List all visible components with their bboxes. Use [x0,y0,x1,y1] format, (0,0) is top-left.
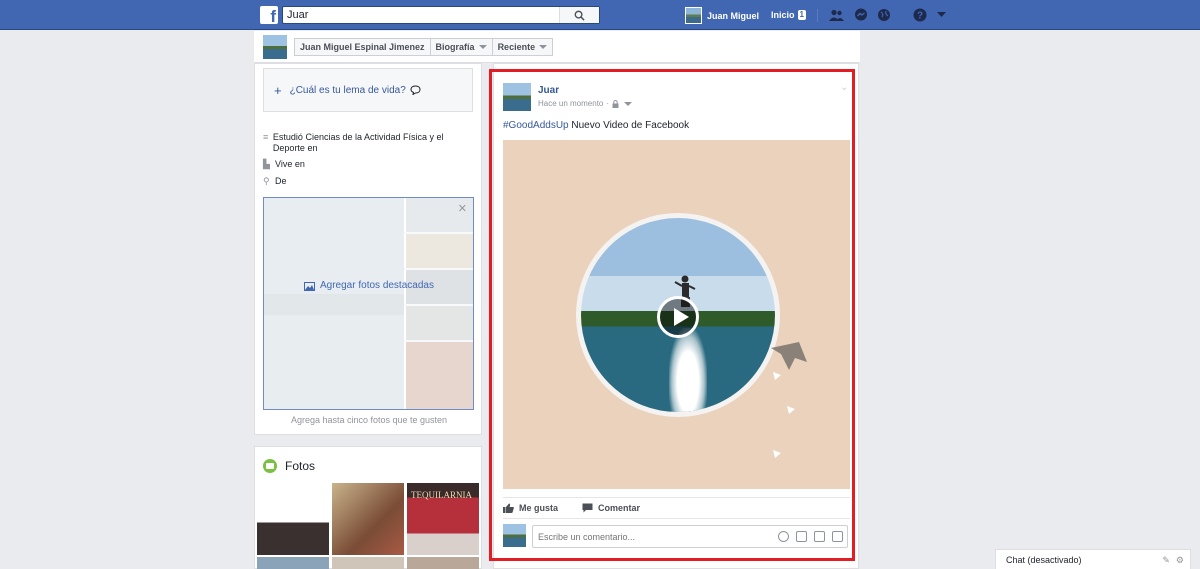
decorative-shape [773,450,781,458]
featured-overlay [264,198,473,409]
profile-name-button[interactable]: Juan Miguel Espinal Jimenez [294,38,431,56]
gear-icon[interactable]: ⚙ [1176,555,1184,566]
post-hashtag[interactable]: #GoodAddsUp [503,120,569,131]
timeline-label: Biografía [435,42,475,52]
photos-icon [263,459,277,473]
home-label: Inicio [771,10,795,20]
decorative-shape [771,342,807,370]
from-text: De [275,176,287,186]
commenter-avatar [503,524,526,547]
post-author-name[interactable]: Juar [538,85,559,96]
home-badge: 1 [797,10,806,20]
featured-photos-box[interactable]: ✕ Agregar fotos destacadas [263,197,474,410]
avatar [685,7,702,24]
home-link[interactable]: Inicio 1 [771,10,806,20]
play-icon[interactable] [657,296,699,338]
intro-card: + ¿Cuál es tu lema de vida? ≡ Estudió Ci… [254,63,482,435]
lives-in-item: ▙ Vive en [263,159,305,170]
chevron-down-icon[interactable] [934,8,949,22]
top-bar: f Juan Miguel Inicio 1 ? [0,0,1200,30]
close-icon[interactable]: ✕ [458,202,467,215]
photo-icon [304,281,315,291]
water-spray [669,328,707,412]
thumbs-up-icon [503,503,514,513]
video-thumbnail [576,213,780,417]
chat-bar[interactable]: Chat (desactivado) ✎ ⚙ [995,549,1191,569]
profile-name: Juan Miguel Espinal Jimenez [300,42,425,52]
search-icon [574,10,585,21]
globe-icon[interactable] [876,8,891,22]
map-pin-icon: ⚲ [263,176,270,186]
gif-icon[interactable] [814,531,825,542]
lives-in-text: Vive en [275,159,305,169]
comment-label: Comentar [598,503,641,513]
chat-label: Chat (desactivado) [1006,554,1082,565]
recent-label: Reciente [497,42,536,52]
chevron-down-icon [539,45,548,49]
comment-button[interactable]: Comentar [582,503,640,513]
photo-thumb-text: TEQUILARNIA [411,490,472,500]
photos-title: Fotos [285,459,316,473]
education-item: ≡ Estudió Ciencias de la Actividad Físic… [263,132,453,154]
facebook-logo-icon[interactable]: f [260,6,278,24]
avatar[interactable] [263,35,287,59]
photo-thumb[interactable] [332,557,404,569]
post-timestamp: Hace un momento · [538,99,633,108]
post-author-avatar[interactable] [503,83,531,111]
emoji-icon[interactable] [778,531,789,542]
photos-card: Fotos TEQUILARNIA [254,446,482,569]
speech-bubble-icon [582,503,593,513]
add-featured-label: Agregar fotos destacadas [320,280,434,291]
like-button[interactable]: Me gusta [503,503,558,513]
photos-header[interactable]: Fotos [263,459,315,473]
graduation-cap-icon: ≡ [263,132,269,142]
photo-thumb[interactable] [257,557,329,569]
help-glyph: ? [916,11,922,22]
add-featured-photos[interactable]: Agregar fotos destacadas [304,280,434,291]
speech-bubble-icon [410,85,421,95]
like-label: Me gusta [519,503,559,513]
recent-button[interactable]: Reciente [491,38,554,56]
comment-input[interactable] [533,526,753,547]
comment-box[interactable] [532,525,848,548]
photo-thumb[interactable] [257,483,329,555]
motto-label: ¿Cuál es tu lema de vida? [289,84,406,96]
decorative-shape [773,372,781,380]
help-icon[interactable]: ? [912,8,927,22]
chevron-down-icon [478,45,487,49]
timeline-button[interactable]: Biografía [429,38,493,56]
house-icon: ▙ [263,159,270,169]
photo-thumb[interactable] [407,557,479,569]
post-time-text[interactable]: Hace un momento [538,99,603,108]
photo-thumb[interactable] [332,483,404,555]
from-item: ⚲ De [263,176,287,187]
post-video[interactable] [503,140,850,489]
user-name: Juan Miguel [707,10,760,21]
photo-thumb[interactable]: TEQUILARNIA [407,483,479,555]
profile-link[interactable]: Juan Miguel [685,7,759,24]
post-options-icon[interactable]: ⌄ [840,82,848,93]
sticker-icon[interactable] [832,531,843,542]
messenger-icon[interactable] [853,8,868,22]
search-input[interactable] [283,7,563,23]
profile-subnav: Juan Miguel Espinal Jimenez Biografía Re… [254,31,860,63]
post-text: #GoodAddsUp Nuevo Video de Facebook [503,120,689,131]
education-text: Estudió Ciencias de la Actividad Física … [272,132,444,153]
camera-icon[interactable] [796,531,807,542]
featured-caption: Agrega hasta cinco fotos que te gusten [290,415,448,425]
plus-icon: + [274,82,282,98]
post-actions: Me gusta Comentar [503,497,850,519]
decorative-shape [787,406,795,414]
divider [817,9,818,22]
lock-icon [612,99,619,108]
friends-icon[interactable] [829,8,844,22]
post-body: Nuevo Video de Facebook [571,120,690,131]
search-button[interactable] [559,7,599,23]
chevron-down-icon[interactable] [624,101,633,106]
compose-icon[interactable]: ✎ [1162,555,1170,566]
separator: · [606,99,610,108]
motto-prompt[interactable]: + ¿Cuál es tu lema de vida? [263,68,473,112]
search-box[interactable] [282,6,600,24]
